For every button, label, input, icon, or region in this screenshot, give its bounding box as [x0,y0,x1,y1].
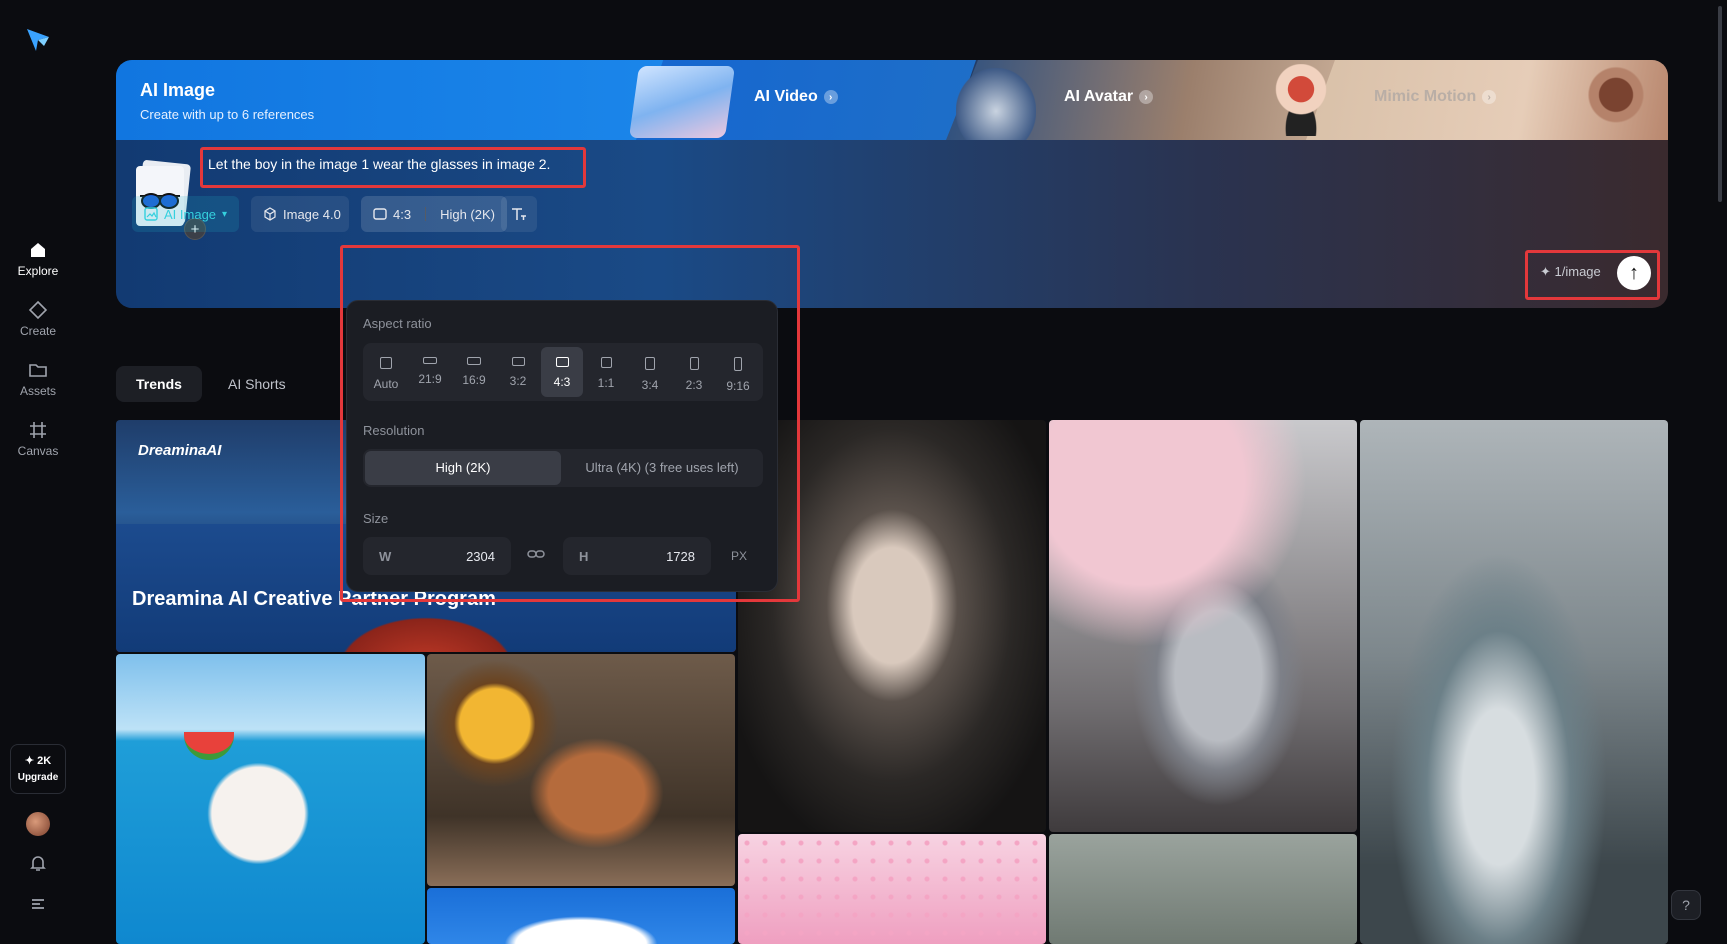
cube-icon [264,207,276,221]
sidebar-item-explore[interactable]: Explore [0,240,76,278]
settings-highlight-box [340,245,800,602]
mimic-motion-link[interactable]: Mimic Motion › [1374,88,1497,106]
text-format-icon [512,208,526,220]
divider [425,207,427,221]
resolution-label: High (2K) [440,206,495,222]
ai-video-label: AI Video [754,88,818,105]
ai-avatar-link[interactable]: AI Avatar › [1064,88,1154,106]
plan-badge: ✦ 2K [24,755,52,767]
gallery-item-pink[interactable] [738,834,1046,944]
sidebar-item-label: Explore [17,264,59,278]
ai-avatar-character-thumbnail [1266,64,1336,136]
sidebar-item-label: Canvas [17,444,59,458]
feature-brand: DreaminaAI [138,442,222,459]
gallery-item-tower-flood[interactable] [1360,420,1668,944]
home-icon [31,243,45,257]
tab-trends[interactable]: Trends [116,366,202,402]
sidebar-item-label: Assets [19,384,56,398]
bell-icon[interactable] [28,853,48,873]
mode-select-button[interactable]: AI Image ▾ [132,196,240,232]
mode-label: AI Image [164,206,217,222]
sidebar-item-assets[interactable]: Assets [0,360,76,398]
mode-banner: AI Image Create with up to 6 references … [116,60,1668,140]
watermelon-detail [184,732,234,760]
chevron-down-icon: ▾ [222,208,228,220]
ai-avatar-plane-thumbnail [956,68,1036,140]
dreamina-logo-icon[interactable] [24,26,52,54]
feature-image-detail [326,610,526,652]
image-icon [144,207,158,221]
model-label: Image 4.0 [283,206,341,222]
scrollbar[interactable] [1718,6,1722,202]
diamond-icon [28,300,48,320]
model-select-button[interactable]: Image 4.0 [251,196,349,232]
help-button[interactable]: ? [1671,890,1701,920]
ai-video-link[interactable]: AI Video › [754,88,838,106]
folder-icon [29,364,47,377]
gallery-item-misty[interactable] [1049,834,1357,944]
tab-ai-shorts[interactable]: AI Shorts [208,366,306,402]
upgrade-button[interactable]: ✦ 2K Upgrade [10,744,66,794]
gallery-item-robot[interactable] [1049,420,1357,832]
chevron-right-icon: › [1139,90,1154,104]
upgrade-label: Upgrade [17,772,59,783]
chevron-right-icon: › [1482,90,1497,104]
page-subtitle: Create with up to 6 references [140,107,315,122]
gallery-item-cloud[interactable] [427,888,735,944]
avatar[interactable] [26,812,50,836]
page-title: AI Image [140,80,216,100]
chevron-right-icon: › [823,90,838,104]
ai-avatar-label: AI Avatar [1064,88,1134,105]
sidebar-item-create[interactable]: Create [0,300,76,338]
canvas-grid-icon [30,422,46,438]
ai-video-thumbnail [628,66,736,138]
ratio-resolution-button[interactable]: 4:3 High (2K) [361,196,507,232]
generate-highlight-box [1525,250,1660,300]
text-style-button[interactable] [501,196,537,232]
sidebar: Explore Create Assets Canvas ✦ 2K Upgrad… [0,0,76,944]
sidebar-item-canvas[interactable]: Canvas [0,420,76,458]
sidebar-item-label: Create [19,324,57,338]
aspect-ratio-icon [373,208,387,220]
gallery-item-steampunk[interactable] [427,654,735,886]
mimic-motion-thumbnail [1576,66,1656,138]
mimic-motion-label: Mimic Motion [1374,88,1477,105]
gallery-item-cat-pool[interactable] [116,654,425,944]
prompt-highlight-box [200,147,586,188]
menu-icon[interactable] [29,895,47,913]
ratio-label: 4:3 [393,206,412,222]
